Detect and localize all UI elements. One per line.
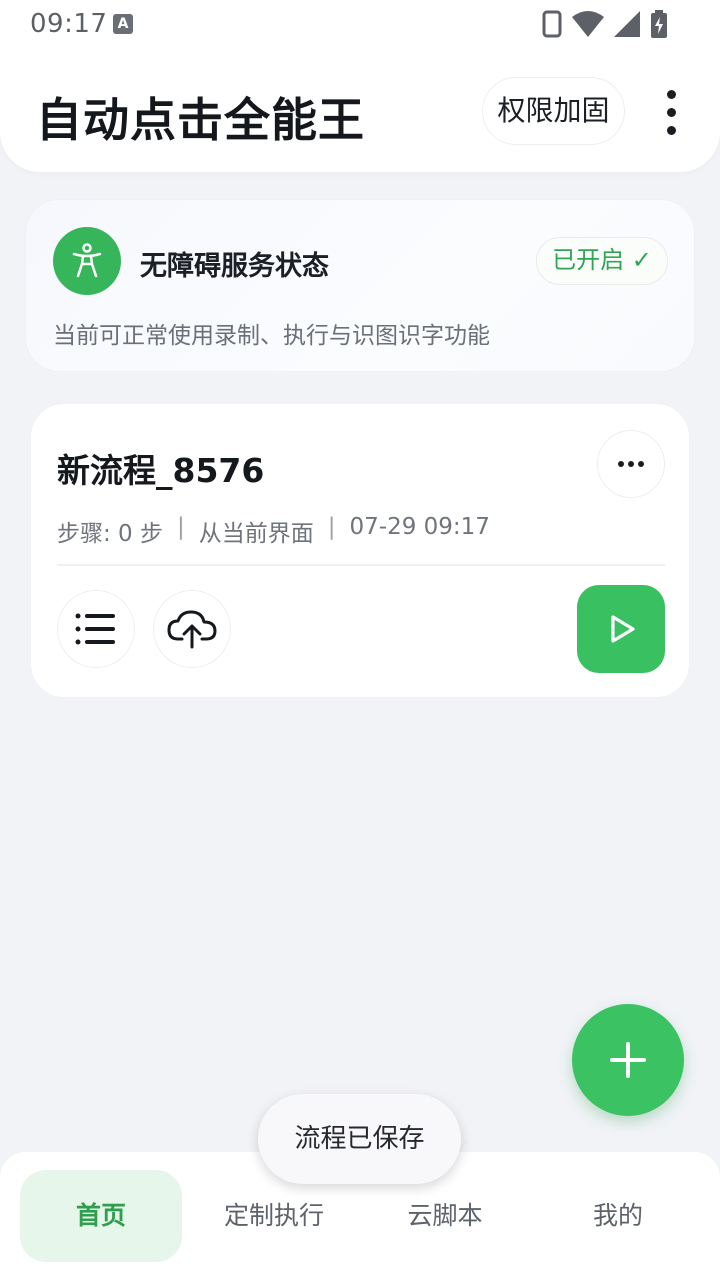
status-time: 09:17 (30, 9, 108, 39)
flow-card[interactable]: 新流程_8576 步骤: 0 步 | 从当前界面 | 07-29 09:17 (30, 403, 690, 698)
app-screen: 09:17 A 自动点击全能王 权限加固 无障碍服务状态 已开启 ✓ 当前可正常… (0, 0, 720, 1280)
meta-separator: | (177, 514, 185, 540)
divider (57, 564, 665, 566)
phone-icon (542, 10, 562, 38)
flow-more-button[interactable] (597, 430, 665, 498)
status-bar: 09:17 A (0, 0, 720, 48)
run-flow-button[interactable] (577, 585, 665, 673)
flow-steps: 步骤: 0 步 (57, 521, 164, 547)
accessibility-person-icon (53, 227, 121, 295)
menu-dot (666, 107, 676, 117)
flow-name: 新流程_8576 (57, 451, 265, 490)
flow-origin: 从当前界面 (198, 521, 314, 547)
nav-tab-home[interactable]: 首页 (20, 1170, 182, 1262)
horizontal-dots-icon (638, 461, 644, 467)
meta-separator: | (327, 514, 336, 540)
app-title: 自动点击全能王 (36, 93, 365, 147)
play-icon (611, 615, 635, 643)
a-notification-icon: A (113, 14, 133, 34)
plus-icon (610, 1042, 646, 1078)
cloud-upload-button[interactable] (153, 590, 231, 668)
horizontal-dots-icon (618, 461, 624, 467)
flow-time: 07-29 09:17 (349, 514, 490, 540)
flow-meta: 步骤: 0 步 | 从当前界面 | 07-29 09:17 (57, 514, 490, 548)
wifi-icon (572, 11, 604, 37)
accessibility-title: 无障碍服务状态 (140, 251, 329, 282)
battery-charging-icon (650, 10, 668, 38)
cloud-upload-icon (167, 610, 217, 649)
accessibility-status-card[interactable]: 无障碍服务状态 已开启 ✓ 当前可正常使用录制、执行与识图识字功能 (25, 199, 695, 372)
accessibility-description: 当前可正常使用录制、执行与识图识字功能 (53, 323, 490, 349)
menu-dot (666, 125, 676, 135)
header-panel: 09:17 A 自动点击全能王 权限加固 (0, 0, 720, 172)
status-badge: 已开启 ✓ (536, 237, 668, 285)
menu-dot (666, 89, 676, 99)
permission-button[interactable]: 权限加固 (482, 77, 625, 145)
horizontal-dots-icon (628, 461, 634, 467)
add-flow-button[interactable] (572, 1004, 684, 1116)
list-icon (75, 613, 115, 645)
nav-tab-mine[interactable]: 我的 (537, 1170, 699, 1262)
vertical-dots-icon[interactable] (651, 84, 691, 140)
steps-list-button[interactable] (57, 590, 135, 668)
status-icons (542, 10, 668, 38)
signal-icon (614, 11, 640, 37)
toast-message: 流程已保存 (258, 1094, 461, 1184)
